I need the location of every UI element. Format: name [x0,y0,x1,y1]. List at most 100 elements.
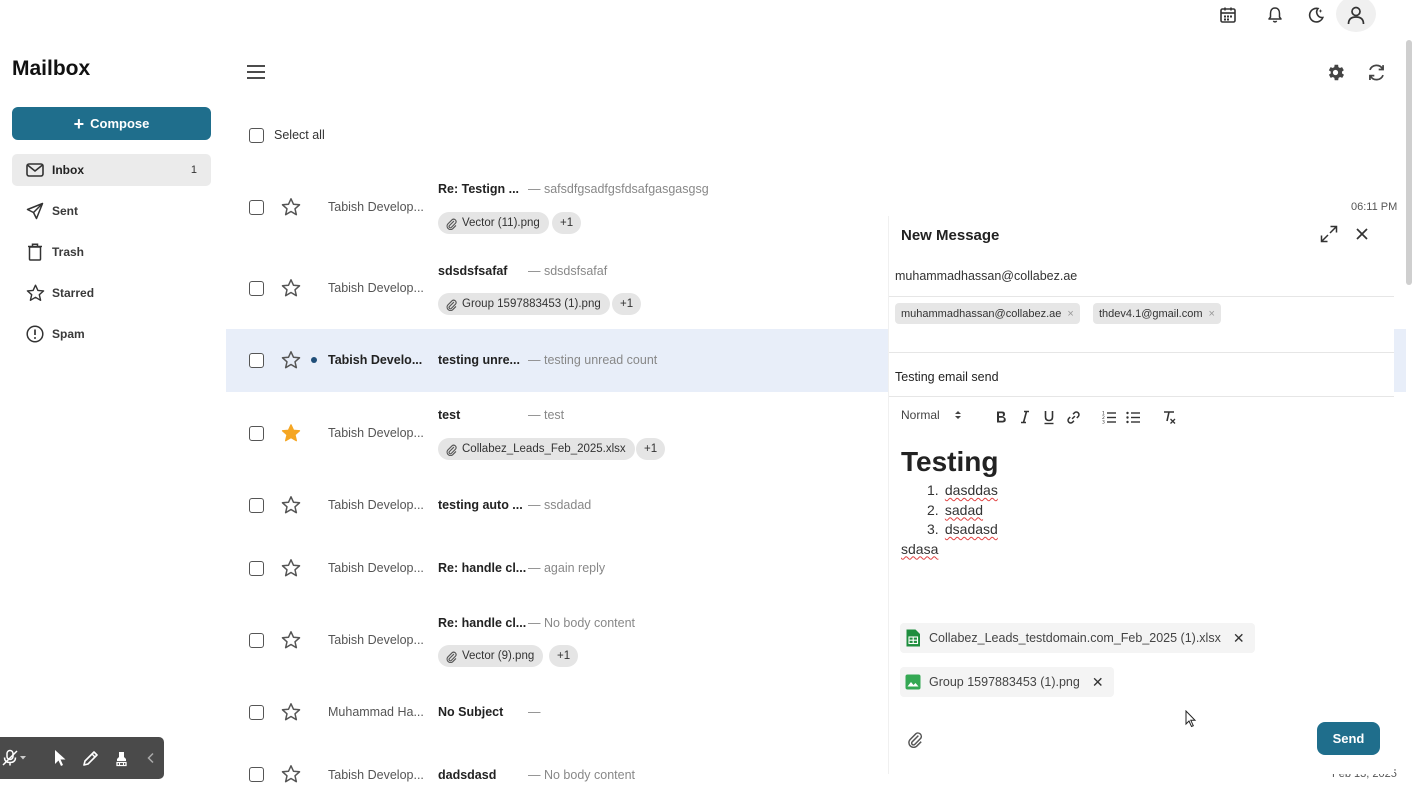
star-icon[interactable] [281,702,301,722]
email-preview: — test [528,408,565,422]
email-subject: dadsdasd [438,768,497,782]
scrollbar[interactable] [1406,40,1412,285]
attachment-chip[interactable]: Collabez_Leads_Feb_2025.xlsx [438,438,635,460]
body-heading: Testing [901,446,999,477]
email-preview: — testing unread count [528,353,658,367]
row-checkbox[interactable] [249,353,264,368]
remove-recipient-icon[interactable]: × [1067,308,1073,320]
recipient-email: muhammadhassan@collabez.ae [901,307,1062,320]
gear-icon[interactable] [1325,62,1346,83]
italic-icon[interactable] [1016,408,1034,426]
attachment-chip[interactable]: Vector (11).png [438,212,549,234]
email-sender: Tabish Develop... [328,633,424,647]
refresh-icon[interactable] [1366,62,1387,83]
more-attachments-chip[interactable]: +1 [552,212,582,234]
star-icon [25,283,45,303]
select-all-checkbox[interactable] [249,128,264,143]
row-checkbox[interactable] [249,281,264,296]
sidebar-item-spam[interactable]: Spam [12,318,211,350]
email-subject: sdsdsfsafaf [438,264,508,278]
send-button[interactable]: Send [1317,722,1380,755]
sidebar-item-inbox[interactable]: Inbox 1 [12,154,211,186]
link-icon[interactable] [1064,408,1082,426]
email-sender: Tabish Develop... [328,281,424,295]
star-icon[interactable] [281,495,301,515]
highlighter-icon[interactable] [111,748,131,768]
attachment-chip[interactable]: Group 1597883453 (1).png [438,293,610,315]
chevron-down-icon[interactable] [17,748,29,768]
menu-icon[interactable] [246,62,266,82]
calendar-icon[interactable] [1217,4,1239,26]
compose-button[interactable]: + Compose [12,107,211,140]
sidebar-item-starred[interactable]: Starred [12,277,211,309]
row-checkbox[interactable] [249,498,264,513]
star-icon[interactable] [281,558,301,578]
attachment-name: Group 1597883453 (1).png [462,298,601,310]
email-subject: test [438,408,461,422]
expand-icon[interactable] [1320,225,1338,243]
ordered-list-icon[interactable]: 123 [1100,408,1118,426]
list-item: 3. dsadasd [927,521,998,537]
format-select[interactable]: Normal [901,408,962,422]
star-icon[interactable] [281,278,301,298]
star-icon[interactable] [281,197,301,217]
clear-format-icon[interactable] [1160,408,1178,426]
body-numbered-list: 1. dasddas 2. sadad 3. dsadasd [901,482,1381,541]
mouse-cursor-icon [1185,710,1197,728]
email-sender: Tabish Develop... [328,200,424,214]
subject-field[interactable]: Testing email send [895,370,999,384]
paperclip-icon [446,651,457,663]
sidebar: Mailbox + Compose Inbox 1 Sent Trash Sta… [0,40,226,788]
attachment-item[interactable]: Group 1597883453 (1).png ✕ [900,667,1114,697]
bell-icon[interactable] [1264,4,1286,26]
email-subject: testing auto ... [438,498,523,512]
more-attachments-chip[interactable]: +1 [612,293,642,315]
attachment-chip[interactable]: Vector (9).png [438,645,544,667]
collapse-icon[interactable] [141,748,161,768]
email-sender: Tabish Develop... [328,498,424,512]
recipient-email: thdev4.1@gmail.com [1099,307,1203,320]
message-body-editor[interactable]: Testing 1. dasddas 2. sadad 3. dsadasd s… [901,446,1381,557]
dark-mode-icon[interactable] [1305,4,1327,26]
pointer-icon[interactable] [50,748,70,768]
remove-attachment-icon[interactable]: ✕ [1233,630,1245,647]
row-checkbox[interactable] [249,767,264,782]
star-icon[interactable] [281,630,301,650]
star-icon[interactable] [281,764,301,784]
row-checkbox[interactable] [249,426,264,441]
recipient-chip[interactable]: thdev4.1@gmail.com × [1093,303,1221,324]
attachment-item[interactable]: Collabez_Leads_testdomain.com_Feb_2025 (… [900,623,1255,653]
list-item: 1. dasddas [927,482,998,498]
email-subject: Re: handle cl... [438,616,527,630]
sidebar-item-sent[interactable]: Sent [12,195,211,227]
email-sender: Tabish Develop... [328,561,424,575]
star-icon[interactable] [281,350,301,370]
divider [889,396,1394,397]
sidebar-item-label: Inbox [52,163,84,177]
more-attachments-chip[interactable]: +1 [549,645,579,667]
bold-icon[interactable] [992,408,1010,426]
user-icon[interactable] [1345,4,1367,26]
compose-label: Compose [90,116,150,131]
row-checkbox[interactable] [249,633,264,648]
email-subject: Re: Testign ... [438,182,520,196]
from-field[interactable]: muhammadhassan@collabez.ae [895,269,1077,283]
star-filled-icon[interactable] [281,423,301,443]
close-icon[interactable] [1354,226,1370,242]
more-attachments-chip[interactable]: +1 [636,438,666,460]
underline-icon[interactable] [1040,408,1058,426]
attachment-name: Vector (9).png [462,650,535,662]
attach-file-icon[interactable] [906,730,924,748]
sidebar-item-trash[interactable]: Trash [12,236,211,268]
remove-attachment-icon[interactable]: ✕ [1092,674,1104,691]
row-checkbox[interactable] [249,561,264,576]
spreadsheet-file-icon [906,629,920,647]
recipient-chip[interactable]: muhammadhassan@collabez.ae × [895,303,1080,324]
pen-icon[interactable] [80,748,100,768]
email-subject: Re: handle cl... [438,561,527,575]
row-checkbox[interactable] [249,200,264,215]
unread-indicator [311,357,317,363]
remove-recipient-icon[interactable]: × [1209,308,1215,320]
bullet-list-icon[interactable] [1124,408,1142,426]
row-checkbox[interactable] [249,705,264,720]
